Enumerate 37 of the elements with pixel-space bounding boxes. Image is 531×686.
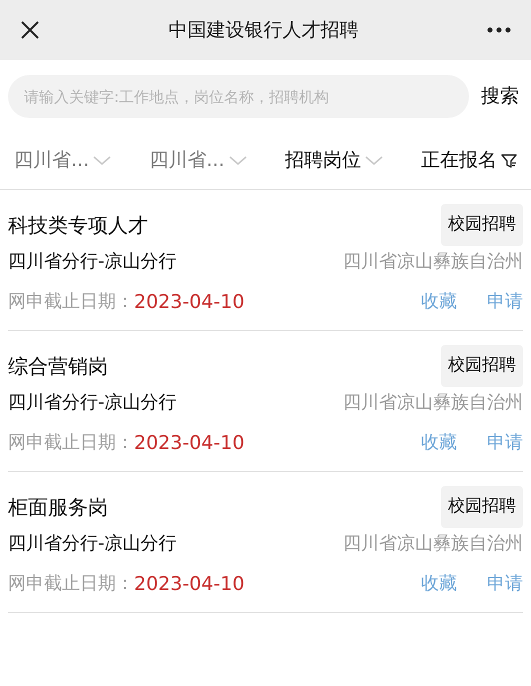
branch-name: 四川省分行-凉山分行 — [8, 390, 176, 414]
window-title: 中国建设银行人才招聘 — [168, 18, 358, 43]
search-button[interactable]: 搜索 — [477, 82, 523, 111]
job-title[interactable]: 综合营销岗 — [8, 350, 108, 381]
action-link[interactable]: 申请 — [487, 429, 523, 456]
close-icon[interactable] — [20, 20, 40, 40]
filter-dropdown[interactable]: 四川省... — [149, 146, 246, 175]
job-type-tag: 校园招聘 — [441, 204, 523, 246]
filter-dropdown[interactable]: 招聘岗位 — [284, 146, 383, 175]
action-link[interactable]: 申请 — [487, 288, 523, 316]
filter-dropdown[interactable]: 四川省... — [14, 146, 112, 175]
job-title[interactable]: 科技类专项人才 — [8, 210, 148, 240]
location-text: 四川省凉山彝族自治州 — [343, 390, 523, 414]
chevron-down-icon — [364, 156, 383, 166]
job-type-tag: 校园招聘 — [441, 486, 523, 528]
action-link[interactable]: 申请 — [487, 570, 523, 598]
branch-name: 四川省分行-凉山分行 — [8, 532, 176, 556]
job-title[interactable]: 柜面服务岗 — [8, 492, 108, 522]
action-link[interactable]: 收藏 — [421, 288, 457, 316]
more-icon[interactable] — [487, 27, 511, 33]
job-type-tag: 校园招聘 — [441, 345, 523, 386]
location-text: 四川省凉山彝族自治州 — [343, 250, 523, 274]
filter-icon — [501, 152, 517, 168]
action-link[interactable]: 收藏 — [421, 429, 457, 456]
deadline-label: 网申截止日期： — [8, 572, 134, 596]
action-link[interactable]: 收藏 — [421, 570, 457, 598]
chevron-down-icon — [93, 156, 112, 166]
deadline-date: 2023-04-10 — [134, 430, 244, 456]
deadline-label: 网申截止日期： — [8, 290, 134, 314]
deadline-label: 网申截止日期： — [8, 431, 134, 456]
deadline-date: 2023-04-10 — [134, 572, 244, 596]
location-text: 四川省凉山彝族自治州 — [343, 532, 523, 556]
filter-dropdown[interactable]: 正在报名 — [421, 146, 517, 175]
branch-name: 四川省分行-凉山分行 — [8, 250, 176, 274]
search-field[interactable]: 请输入关键字:工作地点，岗位名称，招聘机构 — [8, 75, 469, 118]
chevron-down-icon — [228, 156, 246, 166]
deadline-date: 2023-04-10 — [134, 290, 244, 314]
